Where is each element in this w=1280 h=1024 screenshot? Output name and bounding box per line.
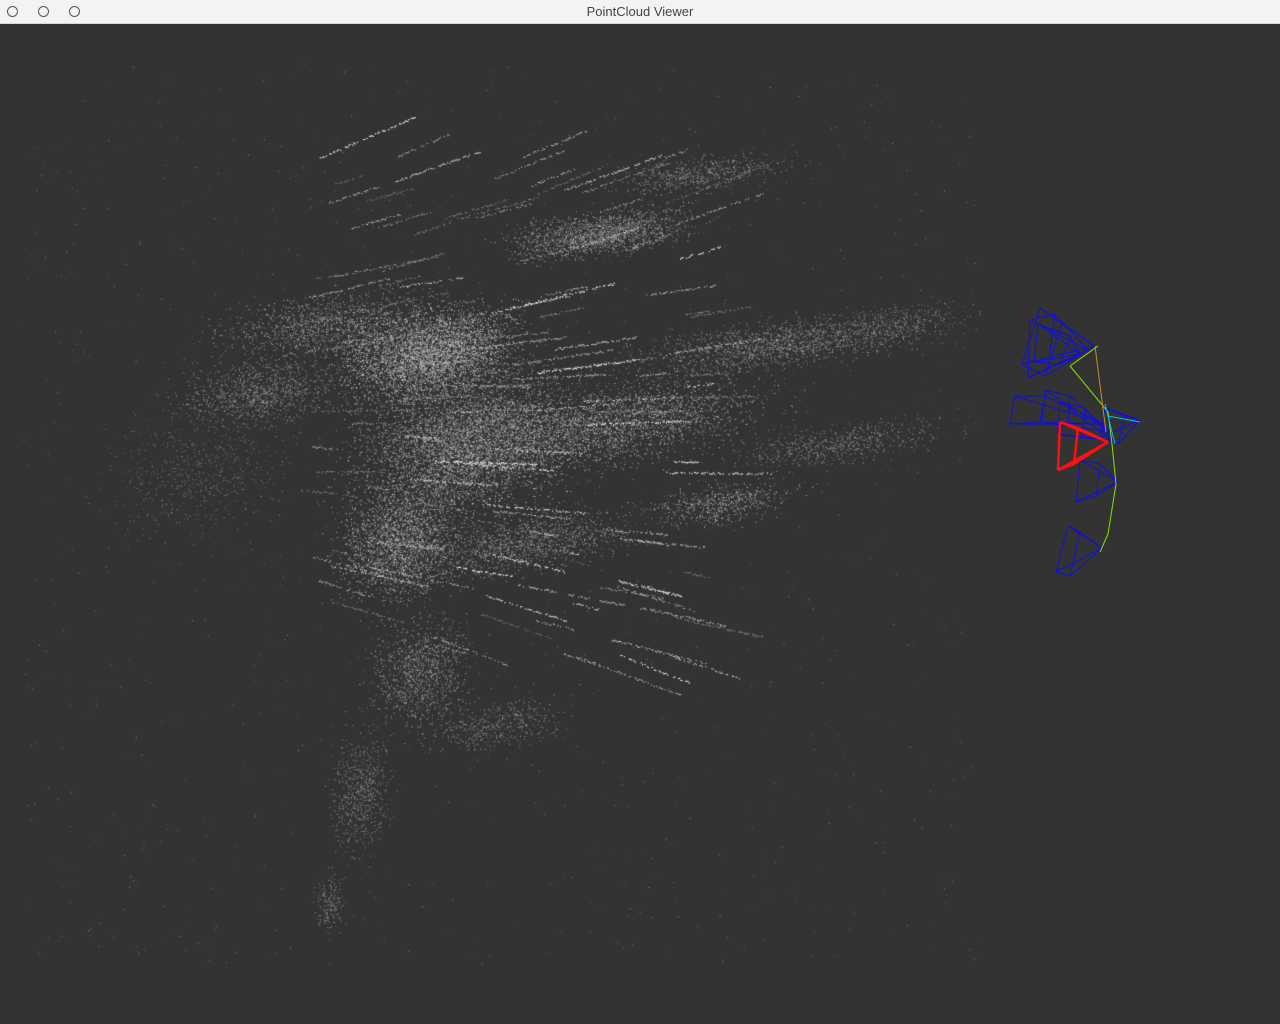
keyframe-frustum-9 bbox=[1099, 407, 1141, 445]
3d-viewport[interactable] bbox=[0, 24, 1280, 1024]
title-bar[interactable]: PointCloud Viewer bbox=[0, 0, 1280, 24]
trajectory-segment bbox=[1099, 533, 1109, 553]
keyframe-frustum-3 bbox=[1033, 323, 1081, 365]
viewer-window: PointCloud Viewer bbox=[0, 0, 1280, 1024]
keyframe-frustum-7 bbox=[1075, 459, 1119, 503]
trajectory-segment bbox=[1094, 345, 1107, 433]
camera-trajectory-overlay bbox=[1009, 307, 1141, 577]
current-camera-frustum bbox=[1056, 420, 1109, 472]
window-title: PointCloud Viewer bbox=[586, 4, 694, 19]
keyframe-frustum-8 bbox=[1055, 525, 1103, 577]
trajectory-segment bbox=[1107, 483, 1117, 535]
